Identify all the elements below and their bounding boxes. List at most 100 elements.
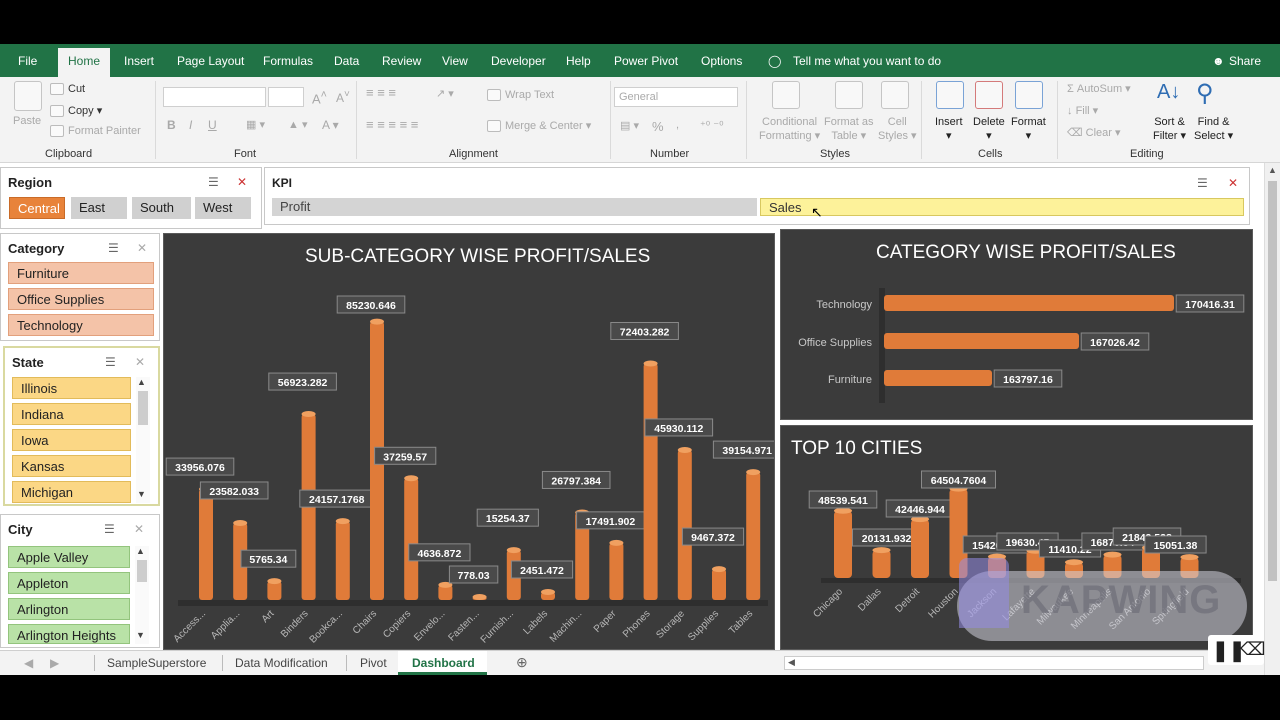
multi-select-icon[interactable]: ☰	[105, 355, 116, 369]
paste-button[interactable]: Paste	[13, 115, 41, 127]
vertical-scrollbar[interactable]: ▲	[1264, 163, 1280, 675]
share-button[interactable]: Share	[1229, 54, 1261, 68]
wrap-text-button[interactable]: Wrap Text	[487, 89, 554, 102]
tab-insert[interactable]: Insert	[124, 54, 154, 68]
tab-review[interactable]: Review	[382, 54, 421, 68]
slicer-item-profit[interactable]: Profit	[272, 198, 757, 216]
comma-style-icon[interactable]: ,	[676, 119, 679, 131]
borders-icon[interactable]: ▦ ▾	[246, 118, 265, 131]
slicer-item-south[interactable]: South	[132, 197, 191, 219]
sheet-tab-samplesuperstore[interactable]: SampleSuperstore	[107, 656, 206, 670]
next-sheet-icon[interactable]: ▶	[50, 656, 59, 670]
slicer-item-arlington[interactable]: Arlington	[8, 598, 130, 620]
clear-filter-icon[interactable]: ✕	[1228, 176, 1238, 190]
format-as-table-button[interactable]: Format as Table ▾	[824, 115, 874, 143]
scroll-thumb[interactable]	[1268, 181, 1277, 581]
scroll-up-icon[interactable]: ▲	[1268, 165, 1277, 175]
tab-options[interactable]: Options	[701, 54, 742, 68]
copy-button[interactable]: Copy ▾	[50, 104, 102, 118]
slicer-item-michigan[interactable]: Michigan	[12, 481, 131, 503]
tab-view[interactable]: View	[442, 54, 468, 68]
city-slicer-scrollbar[interactable]: ▲ ▼	[135, 546, 149, 644]
slicer-item-east[interactable]: East	[71, 197, 127, 219]
scroll-up-icon[interactable]: ▲	[137, 377, 146, 387]
format-cells-button[interactable]: Format ▾	[1011, 115, 1046, 143]
clear-filter-icon[interactable]: ✕	[237, 175, 247, 189]
italic-button[interactable]: I	[189, 118, 192, 132]
delete-cells-button[interactable]: Delete ▾	[973, 115, 1005, 143]
captions-off-icon[interactable]: ⌫	[1240, 639, 1265, 660]
percent-button[interactable]: %	[652, 119, 664, 134]
slicer-item-central[interactable]: Central	[9, 197, 65, 219]
tab-file[interactable]: File	[18, 54, 37, 68]
slicer-item-appleton[interactable]: Appleton	[8, 572, 130, 594]
underline-button[interactable]: U	[208, 118, 217, 132]
sort-filter-button[interactable]: Sort & Filter ▾	[1153, 115, 1186, 143]
font-name-combo[interactable]	[163, 87, 266, 107]
tab-home[interactable]: Home	[58, 48, 111, 77]
find-select-button[interactable]: Find & Select ▾	[1194, 115, 1233, 143]
slicer-item-furniture[interactable]: Furniture	[8, 262, 154, 284]
shrink-font-icon[interactable]: A˅	[336, 89, 350, 105]
clear-filter-icon[interactable]: ✕	[137, 241, 147, 255]
cut-button[interactable]: Cut	[50, 83, 85, 96]
merge-center-button[interactable]: Merge & Center ▾	[487, 119, 591, 133]
decimal-icons[interactable]: ⁺⁰ ⁻⁰	[700, 119, 724, 132]
sheet-tab-pivot[interactable]: Pivot	[360, 656, 387, 670]
insert-cells-button[interactable]: Insert ▾	[935, 115, 963, 143]
slicer-item-iowa[interactable]: Iowa	[12, 429, 131, 451]
multi-select-icon[interactable]: ☰	[208, 175, 219, 189]
scroll-down-icon[interactable]: ▼	[136, 630, 145, 640]
slicer-item-technology[interactable]: Technology	[8, 314, 154, 336]
font-color-icon[interactable]: A ▾	[322, 118, 339, 132]
slicer-item-sales[interactable]: Sales	[760, 198, 1244, 216]
multi-select-icon[interactable]: ☰	[104, 522, 115, 536]
slicer-item-arlington-heights[interactable]: Arlington Heights	[8, 624, 130, 644]
autosum-button[interactable]: Σ AutoSum ▾	[1067, 82, 1131, 95]
tab-page-layout[interactable]: Page Layout	[177, 54, 244, 68]
bold-button[interactable]: B	[167, 118, 176, 132]
scroll-thumb[interactable]	[137, 560, 147, 582]
slicer-item-indiana[interactable]: Indiana	[12, 403, 131, 425]
clear-button[interactable]: ⌫ Clear ▾	[1067, 126, 1121, 139]
slicer-item-kansas[interactable]: Kansas	[12, 455, 131, 477]
prev-sheet-icon[interactable]: ◀	[24, 656, 33, 670]
tab-formulas[interactable]: Formulas	[263, 54, 313, 68]
slicer-item-west[interactable]: West	[195, 197, 251, 219]
tab-power-pivot[interactable]: Power Pivot	[614, 54, 678, 68]
conditional-formatting-button[interactable]: Conditional Formatting ▾	[759, 115, 820, 143]
horizontal-scrollbar[interactable]: ◀	[784, 656, 1204, 670]
align-left-icon[interactable]: ≡ ≡ ≡ ≡ ≡	[366, 117, 418, 132]
tab-data[interactable]: Data	[334, 54, 359, 68]
grow-font-icon[interactable]: A˄	[312, 89, 327, 106]
slicer-item-illinois[interactable]: Illinois	[12, 377, 131, 399]
orientation-icon[interactable]: ↗ ▾	[436, 87, 454, 100]
slicer-item-apple-valley[interactable]: Apple Valley	[8, 546, 130, 568]
state-slicer-scrollbar[interactable]: ▲ ▼	[136, 377, 150, 503]
cell-styles-button[interactable]: Cell Styles ▾	[878, 115, 917, 143]
multi-select-icon[interactable]: ☰	[1197, 176, 1208, 190]
fill-button[interactable]: ↓ Fill ▾	[1067, 104, 1098, 117]
font-size-combo[interactable]	[268, 87, 304, 107]
clear-filter-icon[interactable]: ✕	[134, 522, 144, 536]
category-slicer: Category ☰ ✕ Furniture Office Supplies T…	[0, 233, 160, 341]
clear-filter-icon[interactable]: ✕	[135, 355, 145, 369]
city-slicer-title: City	[8, 522, 33, 537]
format-painter-button[interactable]: Format Painter	[50, 125, 141, 138]
tab-help[interactable]: Help	[566, 54, 591, 68]
number-format-combo[interactable]: General	[614, 87, 738, 107]
sheet-tab-dashboard[interactable]: Dashboard	[412, 656, 475, 670]
fill-color-icon[interactable]: ▲ ▾	[288, 118, 307, 131]
tell-me-search[interactable]: Tell me what you want to do	[793, 54, 941, 68]
scroll-left-icon[interactable]: ◀	[788, 657, 795, 668]
multi-select-icon[interactable]: ☰	[108, 241, 119, 255]
scroll-down-icon[interactable]: ▼	[137, 489, 146, 499]
scroll-thumb[interactable]	[138, 391, 148, 425]
accounting-format-icon[interactable]: ▤ ▾	[620, 119, 639, 132]
align-top-icon[interactable]: ≡ ≡ ≡	[366, 85, 396, 100]
slicer-item-office-supplies[interactable]: Office Supplies	[8, 288, 154, 310]
sheet-tab-data-modification[interactable]: Data Modification	[235, 656, 328, 670]
tab-developer[interactable]: Developer	[491, 54, 546, 68]
add-sheet-icon[interactable]: ⊕	[516, 654, 528, 671]
scroll-up-icon[interactable]: ▲	[136, 546, 145, 556]
